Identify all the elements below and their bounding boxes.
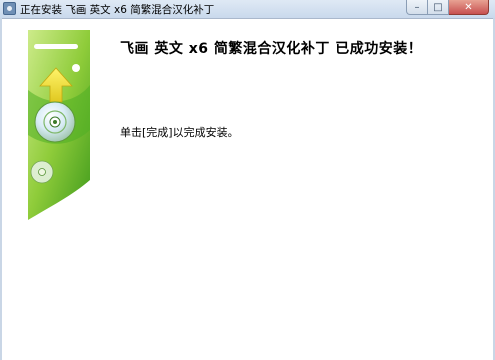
completion-message: 单击[完成]以完成安装。: [120, 126, 239, 139]
minimize-button[interactable]: –: [406, 0, 428, 15]
window-title: 正在安装 飞画 英文 x6 简繁混合汉化补丁: [20, 4, 215, 16]
disc-icon: [34, 101, 76, 143]
window-controls: – □ ✕: [406, 0, 489, 15]
completion-heading: 飞画 英文 x6 简繁混合汉化补丁 已成功安装！: [120, 41, 423, 57]
banner-bar-icon: [34, 44, 78, 49]
title-bar: 正在安装 飞画 英文 x6 简繁混合汉化补丁 – □ ✕: [0, 0, 495, 19]
window-frame-left: [0, 18, 2, 360]
installer-app-icon: [3, 2, 16, 15]
maximize-button[interactable]: □: [428, 0, 449, 15]
installer-side-graphic: [28, 30, 90, 220]
banner-dot-icon: [72, 64, 80, 72]
small-disc-icon: [30, 160, 54, 184]
close-button[interactable]: ✕: [449, 0, 489, 15]
